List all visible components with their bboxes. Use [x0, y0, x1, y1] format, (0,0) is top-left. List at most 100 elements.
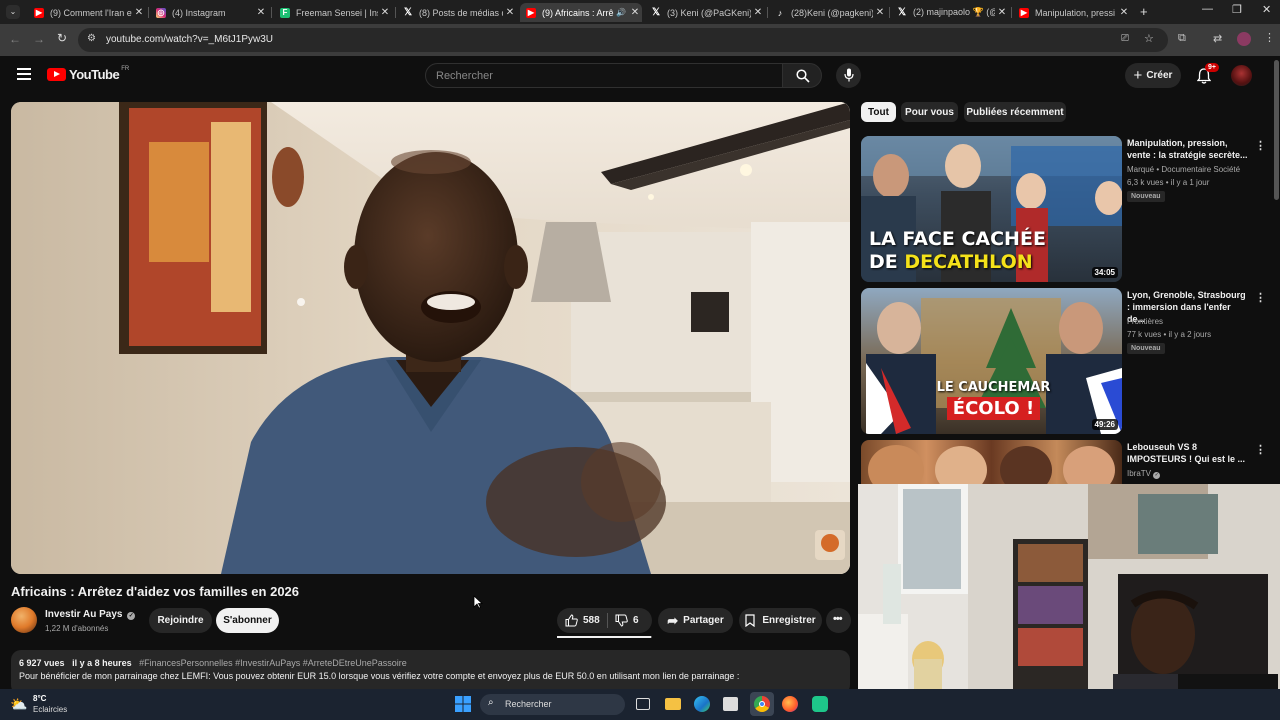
close-tab-icon[interactable]: ✕ [873, 7, 887, 18]
site-info-icon[interactable]: ⚙ [87, 33, 96, 44]
task-view-icon[interactable] [636, 698, 650, 710]
share-icon: ➦ [667, 612, 679, 628]
tab-search-button[interactable]: ⌄ [6, 5, 20, 19]
channel-avatar[interactable] [11, 607, 37, 633]
chip-all[interactable]: Tout [861, 102, 896, 122]
more-vertical-icon[interactable]: ⋮ [1255, 139, 1266, 152]
dislike-button[interactable]: 6 [608, 614, 639, 627]
browser-tab[interactable]: 𝕏 (3) Keni (@PaGKeni) ✕ [645, 3, 765, 22]
chrome-icon[interactable] [750, 692, 774, 716]
recommended-video[interactable]: LE CAUCHEMAR ÉCOLO ! 49:26 Lyon, Grenobl… [861, 288, 1273, 434]
browser-tab[interactable]: 𝕏 (2) majinpaolo 🏆 (@ ✕ [891, 3, 1009, 22]
new-badge: Nouveau [1127, 191, 1165, 202]
youtube-logo[interactable]: YouTube FR [47, 66, 129, 82]
share-button[interactable]: ➦ Partager [658, 608, 733, 633]
guide-menu-icon[interactable] [17, 68, 31, 80]
store-icon[interactable] [723, 697, 738, 711]
close-tab-icon[interactable]: ✕ [628, 7, 642, 18]
youtube-icon: ▶ [526, 7, 536, 18]
recommended-meta: 77 k vues • il y a 2 jours [1127, 330, 1212, 339]
os-taskbar: ⛅ 8°C Eclaircies ⌕ Rechercher [0, 689, 1280, 720]
save-button[interactable]: Enregistrer [739, 608, 822, 633]
edge-icon[interactable] [694, 696, 710, 712]
restore-icon[interactable]: ❐ [1232, 3, 1242, 16]
browser-toolbar: ← → ↻ ⚙ youtube.com/watch?v=_M6tJ1Pyw3U … [0, 24, 1280, 56]
video-thumbnail[interactable]: LE CAUCHEMAR ÉCOLO ! 49:26 [861, 288, 1122, 434]
close-tab-icon[interactable]: ✕ [132, 7, 146, 18]
subscribe-button[interactable]: S'abonner [216, 608, 279, 633]
file-explorer-icon[interactable] [665, 698, 681, 710]
video-duration: 34:05 [1091, 267, 1118, 278]
taskbar-search[interactable]: ⌕ Rechercher [480, 694, 625, 715]
search-button[interactable] [782, 63, 822, 88]
video-frame [11, 102, 850, 574]
browser-menu-icon[interactable]: ⋮ [1264, 31, 1275, 44]
search-input[interactable]: Rechercher [425, 63, 783, 88]
account-avatar[interactable] [1231, 65, 1252, 86]
search-icon [796, 69, 810, 83]
close-tab-icon[interactable]: ✕ [995, 7, 1009, 18]
recommended-channel[interactable]: IbraTV ✓ [1127, 469, 1161, 479]
video-thumbnail[interactable] [861, 440, 1122, 484]
back-icon[interactable]: ← [9, 32, 21, 46]
close-tab-icon[interactable]: ✕ [1117, 7, 1131, 18]
like-button[interactable]: 588 [557, 614, 607, 627]
channel-name[interactable]: Investir Au Pays ✓ [45, 609, 136, 620]
windows-icon [455, 696, 471, 712]
new-badge: Nouveau [1127, 343, 1165, 354]
youtube-icon: ▶ [34, 7, 44, 18]
new-tab-icon[interactable]: + [1140, 4, 1148, 19]
more-vertical-icon[interactable]: ⋮ [1255, 291, 1266, 304]
close-tab-icon[interactable]: ✕ [503, 7, 517, 18]
firefox-icon[interactable] [782, 696, 798, 712]
minimize-icon[interactable]: — [1202, 3, 1213, 15]
join-button[interactable]: Rejoindre [149, 608, 212, 633]
thumbs-up-icon [565, 614, 578, 627]
speaker-icon[interactable]: 🔊 [614, 8, 628, 17]
close-tab-icon[interactable]: ✕ [751, 7, 765, 18]
browser-tab[interactable]: F Freeman Sensei | Inst ✕ [274, 3, 392, 22]
tab-groups-icon[interactable]: ⇄ [1213, 32, 1222, 45]
forward-icon[interactable]: → [33, 32, 45, 46]
browser-tab-active[interactable]: ▶ (9) Africains : Arrê 🔊 ✕ [520, 3, 642, 22]
install-app-icon[interactable]: ⎚ [1121, 33, 1129, 44]
start-button[interactable] [455, 696, 471, 712]
notifications-button[interactable]: 9+ [1196, 63, 1219, 84]
youtube-icon: ▶ [1019, 7, 1029, 18]
profile-avatar[interactable] [1237, 32, 1251, 46]
webcam-frame [858, 484, 1280, 720]
close-tab-icon[interactable]: ✕ [254, 7, 268, 18]
tiktok-icon: ♪ [777, 7, 783, 18]
browser-tab[interactable]: ▶ Manipulation, pressi ✕ [1013, 3, 1131, 22]
browser-tab[interactable]: ◎ (4) Instagram ✕ [150, 3, 268, 22]
chip-recently-uploaded[interactable]: Publiées récemment [964, 102, 1066, 122]
more-vertical-icon[interactable]: ⋮ [1255, 443, 1266, 456]
voice-search-button[interactable] [836, 63, 861, 88]
extensions-icon[interactable]: ⧉ [1178, 32, 1186, 45]
reload-icon[interactable]: ↻ [57, 31, 67, 45]
video-thumbnail[interactable]: LA FACE CACHÉE DE DECATHLON 34:05 [861, 136, 1122, 282]
more-actions-button[interactable]: ••• [826, 608, 851, 633]
recommended-video[interactable]: LA FACE CACHÉE DE DECATHLON 34:05 Manipu… [861, 136, 1273, 282]
close-window-icon[interactable]: ✕ [1262, 3, 1271, 16]
url-text: youtube.com/watch?v=_M6tJ1Pyw3U [106, 34, 274, 45]
chip-for-you[interactable]: Pour vous [901, 102, 958, 122]
recommended-video[interactable]: Lebouseuh VS 8 IMPOSTEURS ! Qui est le .… [861, 440, 1273, 484]
address-bar[interactable]: ⚙ youtube.com/watch?v=_M6tJ1Pyw3U ⎚ ☆ [78, 28, 1168, 52]
bookmark-star-icon[interactable]: ☆ [1144, 32, 1154, 45]
app-icon[interactable] [812, 696, 828, 712]
page-scrollbar[interactable] [1274, 60, 1279, 200]
video-player[interactable] [11, 102, 850, 574]
recommended-title[interactable]: Manipulation, pression, vente : la strat… [1127, 137, 1249, 161]
close-tab-icon[interactable]: ✕ [378, 7, 392, 18]
verified-icon: ✓ [127, 612, 136, 620]
browser-tab[interactable]: ♪ (28)Keni (@pagkeni) ✕ [769, 3, 887, 22]
recommended-channel[interactable]: Marqué • Documentaire Société [1127, 165, 1240, 174]
browser-tab[interactable]: ▶ (9) Comment l'Iran et ✕ [28, 3, 146, 22]
video-duration: 49:26 [1091, 419, 1118, 430]
webcam-overlay [858, 484, 1280, 720]
recommended-channel[interactable]: Frontières [1127, 317, 1163, 326]
browser-tab[interactable]: 𝕏 (8) Posts de médias d ✕ [397, 3, 517, 22]
create-button[interactable]: + Créer [1125, 63, 1181, 88]
recommended-title[interactable]: Lebouseuh VS 8 IMPOSTEURS ! Qui est le .… [1127, 441, 1249, 465]
